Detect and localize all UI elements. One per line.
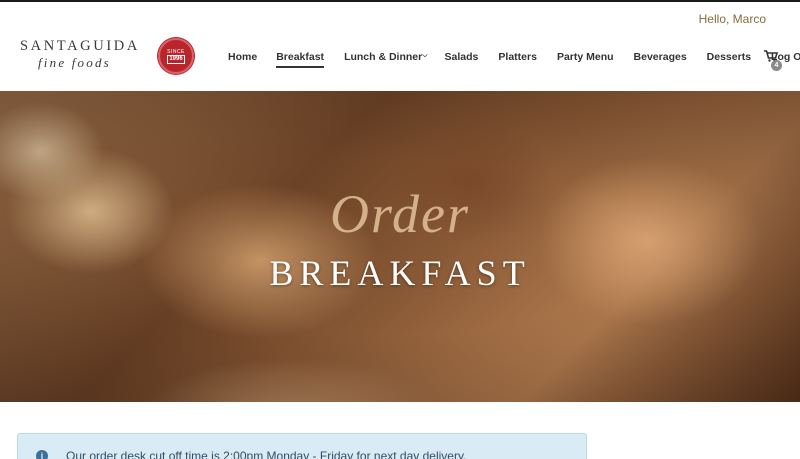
- hero-title: BREAKFAST: [269, 253, 531, 293]
- nav-salads[interactable]: Salads: [445, 51, 479, 63]
- logo-name: SANTAGUIDA: [20, 38, 140, 54]
- nav-lunch-dinner-label: Lunch & Dinner: [344, 51, 423, 63]
- site-logo[interactable]: SANTAGUIDA fine foods SINCE 1996: [20, 38, 200, 78]
- hero-shade: [0, 91, 800, 402]
- logo-tagline: fine foods: [38, 55, 111, 70]
- cart-count-badge: 4: [771, 60, 782, 71]
- cart-button[interactable]: 4: [764, 50, 782, 71]
- user-greeting[interactable]: Hello, Marco: [699, 12, 766, 26]
- main-nav: Home Breakfast Lunch & Dinner⌵ Salads Pl…: [228, 49, 800, 68]
- info-icon: i: [36, 450, 48, 459]
- nav-home[interactable]: Home: [228, 51, 257, 63]
- hero-banner: [0, 91, 800, 402]
- chevron-down-icon: ⌵: [422, 52, 428, 59]
- nav-desserts[interactable]: Desserts: [707, 51, 751, 63]
- seal-year-text: 1996: [167, 54, 185, 64]
- nav-party-menu[interactable]: Party Menu: [557, 51, 614, 63]
- top-border: [0, 0, 800, 2]
- nav-breakfast[interactable]: Breakfast: [276, 51, 324, 68]
- hero-script-text: Order: [330, 184, 470, 244]
- nav-beverages[interactable]: Beverages: [634, 51, 687, 63]
- order-cutoff-notice: i Our order desk cut off time is 2:00pm …: [17, 433, 587, 459]
- nav-platters[interactable]: Platters: [498, 51, 537, 63]
- since-seal: SINCE 1996: [158, 38, 194, 74]
- nav-lunch-dinner[interactable]: Lunch & Dinner⌵: [344, 51, 427, 63]
- notice-text: Our order desk cut off time is 2:00pm Mo…: [66, 449, 467, 459]
